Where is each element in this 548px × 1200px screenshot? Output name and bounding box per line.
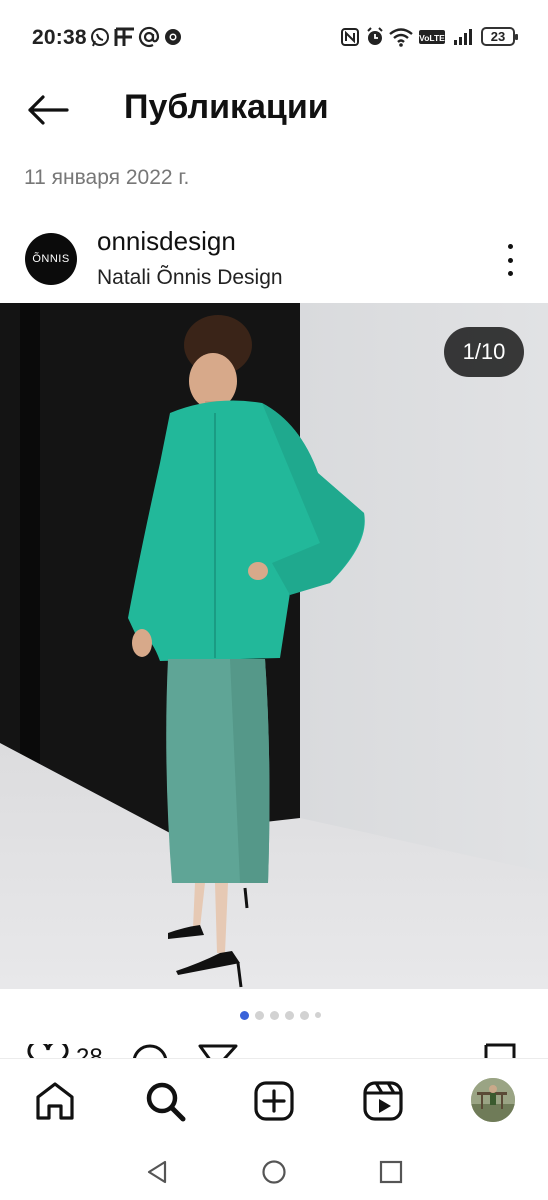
carousel-dot-active [240, 1010, 249, 1020]
chrome-icon [165, 29, 181, 45]
like-count: 28 [76, 1044, 103, 1058]
dot [507, 257, 513, 263]
bookmark-icon[interactable] [483, 1043, 517, 1058]
bottom-navigation [0, 1058, 548, 1145]
nav-profile-avatar[interactable] [471, 1078, 515, 1122]
comment-icon[interactable] [130, 1044, 170, 1058]
heart-icon[interactable] [27, 1044, 69, 1058]
nav-search[interactable] [141, 1077, 189, 1125]
media-counter: 1/10 [444, 327, 524, 377]
at-sign-icon [138, 26, 160, 48]
carousel-indicator [240, 1009, 321, 1021]
battery-icon: 23 [481, 27, 518, 46]
more-options-button[interactable] [496, 240, 524, 280]
nav-create[interactable] [250, 1077, 298, 1125]
status-time: 20:38 [32, 26, 87, 49]
avatar-logo: ÕNNIS [32, 253, 70, 265]
home-icon [36, 1082, 74, 1120]
nav-home[interactable] [31, 1077, 79, 1125]
wifi-icon [389, 28, 413, 47]
nav-reels[interactable] [359, 1077, 407, 1125]
whatsapp-icon [91, 28, 109, 47]
carousel-dot [300, 1010, 309, 1020]
share-icon[interactable] [198, 1044, 238, 1058]
svg-text:VoLTE: VoLTE [419, 33, 445, 43]
nfc-icon [341, 28, 359, 46]
page-title: Публикации [124, 88, 329, 126]
post-username[interactable]: onnisdesign [97, 226, 236, 257]
alarm-icon [367, 27, 383, 45]
post-actions-row: 28 [0, 1040, 548, 1058]
system-navigation-bar [0, 1144, 548, 1200]
home-circle-icon[interactable] [261, 1159, 287, 1185]
dot [507, 271, 513, 276]
dot [507, 244, 513, 249]
post-date: 11 января 2022 г. [24, 166, 190, 189]
recents-square-icon[interactable] [379, 1160, 403, 1184]
arrow-left-icon [28, 95, 69, 125]
profile-avatar[interactable]: ÕNNIS [25, 233, 77, 285]
volte-icon: VoLTE [419, 30, 445, 44]
post-subtitle[interactable]: Natali Õnnis Design [97, 266, 283, 290]
carousel-dot [315, 1012, 321, 1018]
post-photo[interactable] [0, 303, 548, 989]
ff-app-icon [114, 27, 134, 46]
back-triangle-icon[interactable] [145, 1159, 169, 1185]
signal-icon [454, 29, 472, 45]
carousel-dot [285, 1010, 294, 1020]
profile-avatar [471, 1078, 515, 1122]
status-bar: 20:38 VoLTE 23 [0, 0, 548, 72]
reels-icon [363, 1081, 403, 1121]
search-icon [146, 1082, 186, 1122]
back-button[interactable] [22, 86, 74, 134]
carousel-dot [255, 1010, 264, 1020]
carousel-dot [270, 1010, 279, 1020]
create-post-icon [254, 1081, 294, 1121]
fashion-photo [0, 303, 548, 989]
